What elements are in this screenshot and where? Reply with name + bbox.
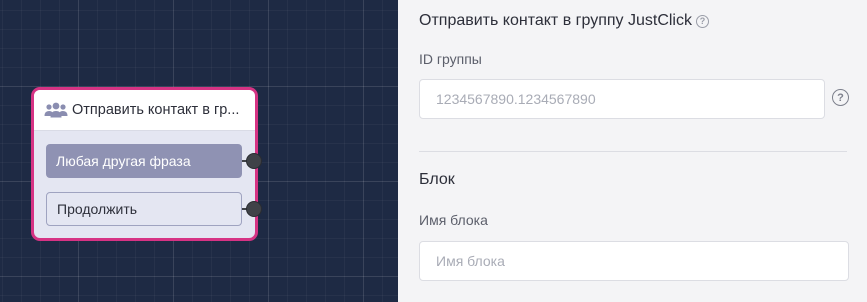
help-icon[interactable]: ? [832,89,849,106]
flow-node[interactable]: Отправить контакт в гр... Любая другая ф… [31,87,262,241]
node-title: Отправить контакт в гр... [72,102,240,118]
panel-title: Отправить контакт в группу JustClick ? [419,12,709,30]
divider [419,151,847,152]
block-name-input[interactable]: Имя блока [419,241,849,281]
node-button-label: Любая другая фраза [56,153,191,169]
node-button-label: Продолжить [57,201,138,217]
flow-canvas[interactable]: Отправить контакт в гр... Любая другая ф… [0,0,398,302]
block-name-placeholder: Имя блока [436,253,505,269]
output-connector[interactable] [246,153,262,169]
panel-title-text: Отправить контакт в группу JustClick [419,12,692,29]
node-button-any-phrase[interactable]: Любая другая фраза [46,144,242,178]
block-section-title: Блок [419,171,455,188]
block-name-label: Имя блока [419,212,488,228]
users-group-icon [44,102,68,118]
output-connector[interactable] [246,201,262,217]
settings-panel: Отправить контакт в группу JustClick ? I… [398,0,867,302]
help-icon[interactable]: ? [695,14,709,28]
group-id-input[interactable]: 1234567890.1234567890 [419,79,825,119]
group-id-label: ID группы [419,51,482,67]
node-button-continue[interactable]: Продолжить [46,192,242,226]
group-id-placeholder: 1234567890.1234567890 [436,91,596,107]
app-root: Отправить контакт в гр... Любая другая ф… [0,0,867,302]
node-header[interactable]: Отправить контакт в гр... [34,90,255,131]
